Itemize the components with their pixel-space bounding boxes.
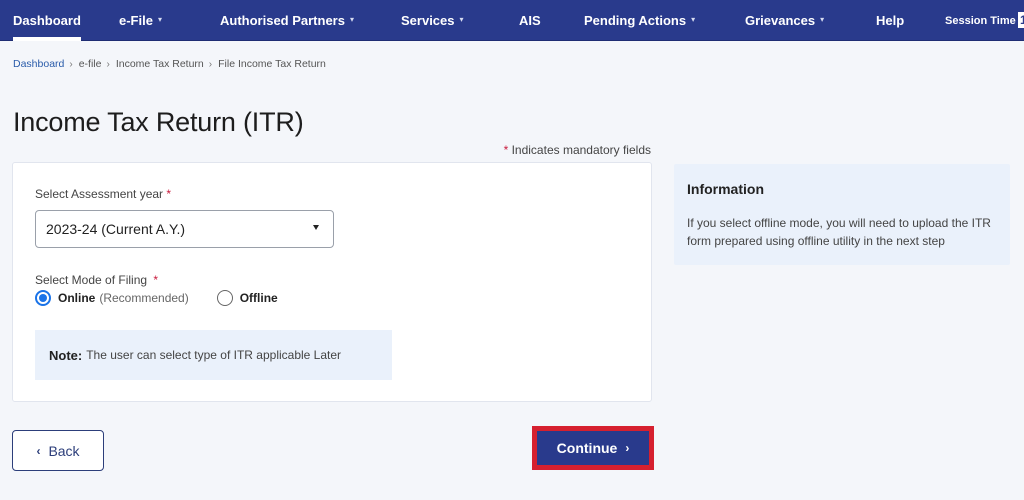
radio-option-online[interactable]: Online (Recommended) — [35, 290, 189, 306]
radio-label-online: Online — [58, 291, 96, 305]
breadcrumb-e-file[interactable]: e-file — [79, 58, 102, 70]
nav-label: Dashboard — [13, 13, 81, 28]
top-navigation-bar: Dashboard e-File ▾ Authorised Partners ▾… — [0, 0, 1024, 41]
nav-item-ais[interactable]: AIS — [519, 0, 541, 41]
breadcrumb-separator-icon: › — [69, 58, 73, 70]
assessment-year-value: 2023-24 (Current A.Y.) — [46, 221, 186, 237]
continue-button[interactable]: Continue › — [537, 431, 649, 465]
chevron-right-icon: › — [625, 441, 630, 455]
nav-label: e-File — [119, 13, 153, 28]
assessment-year-label-text: Select Assessment year — [35, 187, 164, 201]
chevron-down-icon: ▾ — [349, 15, 354, 24]
nav-item-services[interactable]: Services ▾ — [401, 0, 464, 41]
assessment-year-label: Select Assessment year * — [35, 187, 171, 201]
back-button[interactable]: ‹ Back — [12, 430, 104, 471]
breadcrumb: Dashboard › e-file › Income Tax Return ›… — [13, 58, 326, 70]
breadcrumb-separator-icon: › — [106, 58, 110, 70]
note-box: Note: The user can select type of ITR ap… — [35, 330, 392, 380]
nav-item-dashboard[interactable]: Dashboard — [13, 0, 81, 41]
nav-label: AIS — [519, 13, 541, 28]
back-button-label: Back — [48, 442, 80, 459]
chevron-left-icon: ‹ — [36, 443, 41, 458]
information-panel: Information If you select offline mode, … — [674, 164, 1010, 265]
mode-of-filing-label: Select Mode of Filing * — [35, 273, 158, 287]
continue-button-label: Continue — [556, 440, 618, 456]
nav-item-authorised-partners[interactable]: Authorised Partners ▾ — [220, 0, 354, 41]
breadcrumb-income-tax-return[interactable]: Income Tax Return — [116, 58, 204, 70]
radio-checked-icon[interactable] — [35, 290, 51, 306]
note-label: Note: — [49, 347, 83, 363]
note-text: The user can select type of ITR applicab… — [86, 348, 342, 362]
assessment-year-select[interactable]: 2023-24 (Current A.Y.) — [35, 210, 334, 248]
nav-label: Pending Actions — [584, 13, 687, 28]
information-text: If you select offline mode, you will nee… — [687, 216, 991, 248]
session-time-value: 1 — [1018, 12, 1024, 28]
nav-label: Grievances — [745, 13, 816, 28]
mandatory-text: Indicates mandatory fields — [508, 143, 651, 157]
required-star: * — [166, 187, 172, 201]
session-time-label: Session Time — [945, 0, 1016, 41]
nav-item-e-file[interactable]: e-File ▾ — [119, 0, 162, 41]
breadcrumb-separator-icon: › — [208, 58, 213, 70]
chevron-down-icon: ▾ — [157, 15, 162, 24]
page-title: Income Tax Return (ITR) — [13, 107, 304, 137]
mode-of-filing-label-text: Select Mode of Filing — [35, 273, 148, 287]
nav-item-grievances[interactable]: Grievances ▾ — [745, 0, 824, 41]
session-time-text: Session Time — [945, 14, 1016, 27]
mode-of-filing-radio-group: Online (Recommended) Offline — [35, 290, 278, 306]
continue-button-highlight: Continue › — [532, 426, 654, 470]
dropdown-caret-icon — [313, 225, 319, 230]
radio-option-offline[interactable]: Offline — [216, 290, 278, 306]
nav-label: Authorised Partners — [220, 13, 345, 28]
chevron-down-icon: ▾ — [691, 15, 696, 24]
information-title: Information — [687, 181, 764, 197]
mandatory-fields-hint: * Indicates mandatory fields — [504, 143, 651, 157]
chevron-down-icon: ▾ — [459, 15, 464, 24]
chevron-down-icon: ▾ — [820, 15, 825, 24]
itr-form-card: Select Assessment year * 2023-24 (Curren… — [12, 162, 652, 402]
nav-item-pending-actions[interactable]: Pending Actions ▾ — [584, 0, 695, 41]
nav-label: Services — [401, 13, 455, 28]
required-star: * — [153, 273, 159, 287]
nav-label: Help — [876, 13, 905, 28]
radio-hint-recommended: (Recommended) — [99, 291, 189, 305]
nav-item-help[interactable]: Help — [876, 0, 904, 41]
breadcrumb-current-page: File Income Tax Return — [218, 58, 326, 70]
radio-unchecked-icon[interactable] — [216, 290, 233, 306]
breadcrumb-dashboard[interactable]: Dashboard — [13, 58, 64, 70]
radio-label-offline: Offline — [239, 291, 278, 305]
